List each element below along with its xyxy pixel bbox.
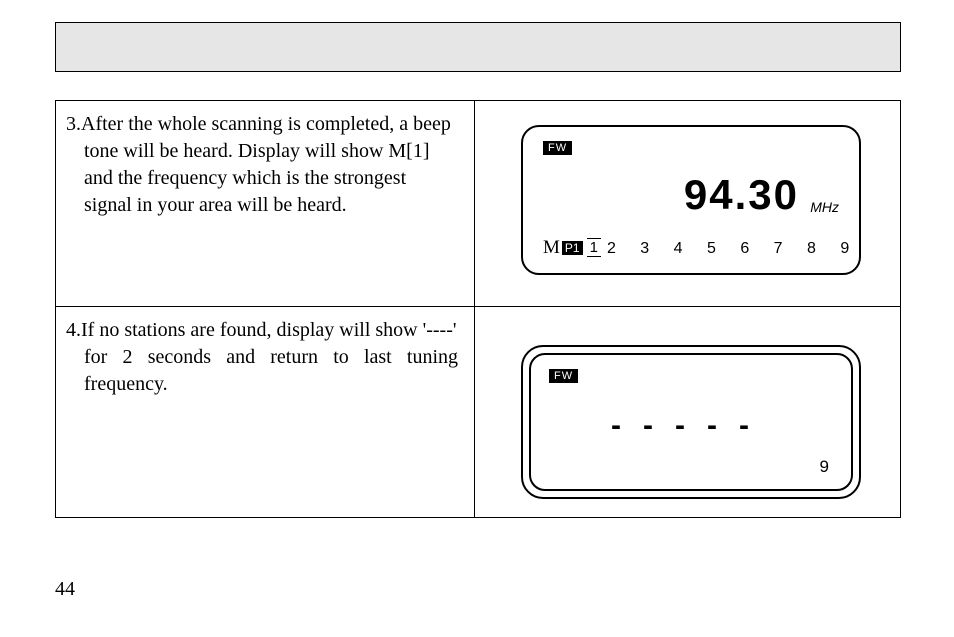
lcd-display-1: FW 94.30 MHz MP1 1 2 3 4 5 6 7 8 9 [521, 125, 861, 275]
p1-badge: P1 [562, 241, 583, 255]
step-3-figure-cell: FW 94.30 MHz MP1 1 2 3 4 5 6 7 8 9 [475, 101, 900, 306]
memory-digits: 2 3 4 5 6 7 8 9 [607, 240, 859, 257]
fw-badge: FW [543, 141, 572, 155]
table-row: 3.After the whole scanning is completed,… [56, 101, 900, 306]
header-gray-bar [55, 22, 901, 72]
frequency-unit: MHz [810, 199, 839, 215]
step-3-text-cell: 3.After the whole scanning is completed,… [56, 101, 475, 306]
lcd-display-2: FW ----- 9 [521, 345, 861, 499]
step-4-text-cell: 4.If no stations are found, display will… [56, 307, 475, 517]
memory-row: MP1 1 2 3 4 5 6 7 8 9 [543, 237, 859, 259]
fw-badge: FW [549, 369, 578, 383]
frequency-readout: 94.30 [684, 171, 799, 219]
step-body: for 2 seconds and return to last tuning … [66, 344, 458, 398]
step-line: If no stations are found, display will s… [81, 319, 456, 341]
step-line: After the whole scanning is completed, a… [81, 113, 451, 135]
manual-page: 3.After the whole scanning is completed,… [0, 0, 954, 637]
no-signal-dashes: ----- [523, 409, 859, 443]
step-4-figure-cell: FW ----- 9 [475, 307, 900, 517]
step-number: 3. [66, 113, 81, 135]
step-number: 4. [66, 319, 81, 341]
instruction-table: 3.After the whole scanning is completed,… [55, 100, 901, 518]
step-text: 3.After the whole scanning is completed,… [66, 111, 458, 219]
table-row: 4.If no stations are found, display will… [56, 306, 900, 517]
step-body: tone will be heard. Display will show M[… [66, 138, 458, 219]
page-number: 44 [55, 578, 75, 601]
memory-selected: 1 [587, 238, 601, 257]
memory-prefix: M [543, 237, 560, 258]
corner-digit: 9 [820, 457, 829, 477]
step-text: 4.If no stations are found, display will… [66, 317, 458, 398]
